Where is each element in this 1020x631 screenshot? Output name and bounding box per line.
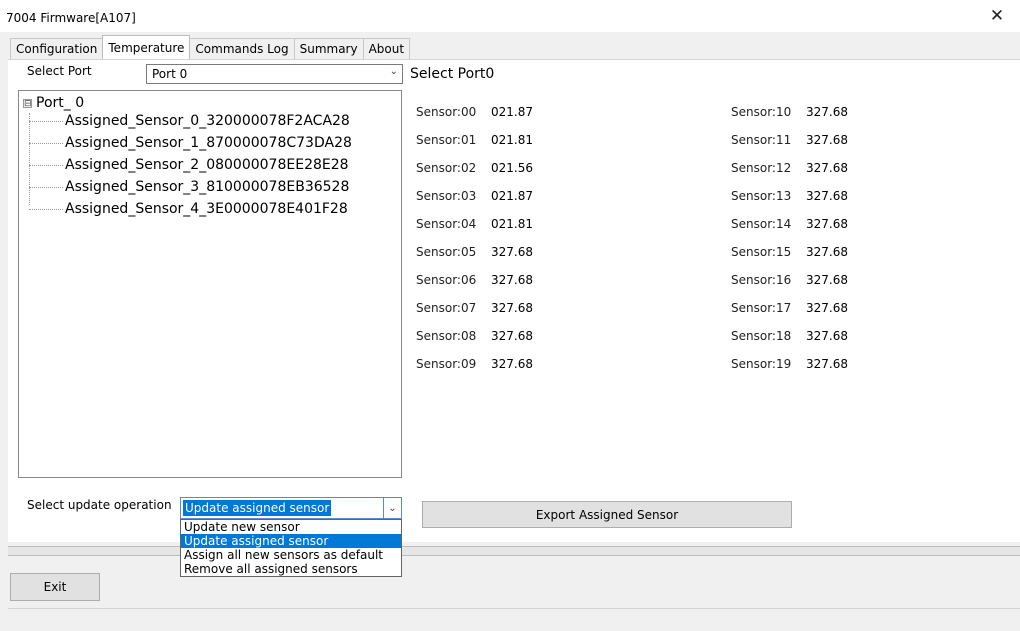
sensor-label: Sensor:06	[416, 273, 477, 287]
sensor-value: 327.68	[801, 268, 951, 292]
tree-root-node[interactable]: ⊟ Port_ 0	[23, 95, 84, 111]
sensor-label: Sensor:16	[731, 273, 792, 287]
sensor-label: Sensor:09	[416, 357, 477, 371]
port-select-value: Port 0	[152, 67, 188, 81]
sensor-label: Sensor:18	[731, 329, 792, 343]
sensor-value: 021.56	[486, 156, 636, 180]
sensor-label: Sensor:03	[416, 189, 477, 203]
tree-item-label: Assigned_Sensor_3_810000078EB36528	[65, 179, 350, 195]
dropdown-option[interactable]: Update new sensor	[181, 520, 401, 534]
title-bar: 7004 Firmware[A107] ✕	[0, 0, 1020, 32]
sensor-label: Sensor:02	[416, 161, 477, 175]
port-heading: Select Port0	[410, 66, 495, 82]
export-assigned-sensor-button[interactable]: Export Assigned Sensor	[422, 501, 792, 528]
sensor-value: 021.81	[486, 128, 636, 152]
sensor-label: Sensor:00	[416, 105, 477, 119]
sensor-value: 021.87	[486, 100, 636, 124]
sensor-label: Sensor:11	[731, 133, 792, 147]
tab-commands-log[interactable]: Commands Log	[189, 38, 295, 59]
sensor-label: Sensor:07	[416, 301, 477, 315]
tree-root-label: Port_ 0	[36, 95, 85, 111]
tree-item-label: Assigned_Sensor_1_870000078C73DA28	[65, 135, 352, 151]
sensor-value: 327.68	[801, 184, 951, 208]
tree-item[interactable]: Assigned_Sensor_0_320000078F2ACA28	[29, 113, 350, 129]
tree-item-label: Assigned_Sensor_4_3E0000078E401F28	[65, 201, 348, 217]
tree-item-label: Assigned_Sensor_2_080000078EE28E28	[65, 157, 349, 173]
sensor-value: 327.68	[801, 212, 951, 236]
status-bar	[8, 608, 1020, 631]
tree-item[interactable]: Assigned_Sensor_1_870000078C73DA28	[29, 135, 352, 151]
sensor-label: Sensor:17	[731, 301, 792, 315]
sensor-value: 327.68	[486, 240, 636, 264]
close-icon[interactable]: ✕	[974, 0, 1020, 32]
sensor-value: 021.87	[486, 184, 636, 208]
sensor-value: 327.68	[801, 156, 951, 180]
sensor-label: Sensor:14	[731, 217, 792, 231]
sensor-label: Sensor:10	[731, 105, 792, 119]
sensor-label: Sensor:05	[416, 245, 477, 259]
port-select[interactable]: Port 0 ⌄	[146, 64, 403, 84]
dropdown-option-selected[interactable]: Update assigned sensor	[181, 534, 401, 548]
tree-item[interactable]: Assigned_Sensor_2_080000078EE28E28	[29, 157, 349, 173]
sensor-value: 327.68	[486, 352, 636, 376]
sensor-tree[interactable]: ⊟ Port_ 0 Assigned_Sensor_0_320000078F2A…	[18, 90, 402, 478]
tab-temperature[interactable]: Temperature	[102, 35, 191, 59]
sensor-value: 021.81	[486, 212, 636, 236]
sensor-label: Sensor:08	[416, 329, 477, 343]
minus-box-icon[interactable]: ⊟	[23, 98, 32, 108]
tab-about[interactable]: About	[362, 38, 411, 59]
dropdown-option[interactable]: Remove all assigned sensors	[181, 562, 401, 576]
sensor-value: 327.68	[801, 324, 951, 348]
sensor-label: Sensor:12	[731, 161, 792, 175]
tree-item[interactable]: Assigned_Sensor_3_810000078EB36528	[29, 179, 349, 195]
tab-configuration[interactable]: Configuration	[10, 38, 104, 59]
sensor-value: 327.68	[486, 324, 636, 348]
chevron-down-icon[interactable]: ⌄	[383, 498, 401, 518]
sensor-value: 327.68	[801, 352, 951, 376]
sensor-value: 327.68	[801, 100, 951, 124]
tree-item[interactable]: Assigned_Sensor_4_3E0000078E401F28	[29, 201, 348, 217]
separator-bar	[8, 546, 1020, 556]
tab-strip: Configuration Temperature Commands Log S…	[10, 35, 411, 59]
sensor-value: 327.68	[801, 296, 951, 320]
sensor-label: Sensor:04	[416, 217, 477, 231]
update-operation-dropdown: Update new sensor Update assigned sensor…	[180, 519, 402, 577]
tab-summary[interactable]: Summary	[293, 38, 364, 59]
tree-item-label: Assigned_Sensor_0_320000078F2ACA28	[65, 113, 350, 129]
sensor-value: 327.68	[486, 268, 636, 292]
sensor-label: Sensor:13	[731, 189, 792, 203]
sensor-value: 327.68	[801, 240, 951, 264]
chevron-down-icon: ⌄	[389, 66, 398, 77]
sensor-label: Sensor:15	[731, 245, 792, 259]
sensor-value: 327.68	[486, 296, 636, 320]
update-operation-value: Update assigned sensor	[183, 500, 332, 516]
dropdown-option[interactable]: Assign all new sensors as default	[181, 548, 401, 562]
window-title: 7004 Firmware[A107]	[6, 11, 136, 25]
sensor-value: 327.68	[801, 128, 951, 152]
sensor-label: Sensor:19	[731, 357, 792, 371]
select-port-label: Select Port	[27, 64, 92, 78]
sensor-label: Sensor:01	[416, 133, 477, 147]
update-operation-select[interactable]: Update assigned sensor ⌄	[180, 497, 402, 519]
exit-button[interactable]: Exit	[10, 573, 100, 601]
update-operation-label: Select update operation	[27, 498, 172, 512]
